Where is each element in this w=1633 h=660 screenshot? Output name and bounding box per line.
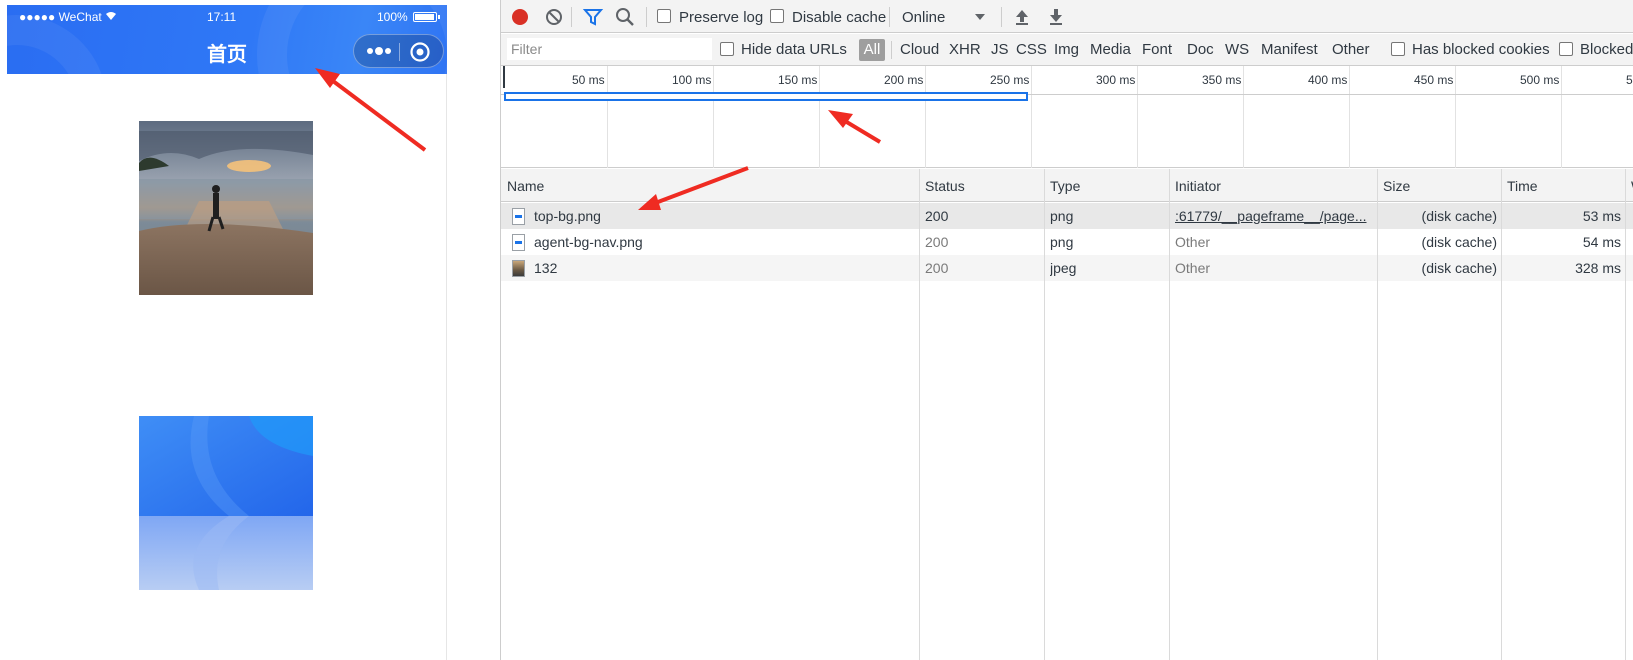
request-size: (disk cache) — [1421, 208, 1497, 224]
request-name: 132 — [534, 260, 558, 276]
request-time: 328 ms — [1575, 260, 1621, 276]
column-size[interactable]: Size — [1383, 178, 1410, 194]
request-time: 54 ms — [1582, 234, 1621, 250]
table-row[interactable]: agent-bg-nav.png 200 png Other (disk cac… — [501, 229, 1633, 255]
overview-start-line — [503, 66, 505, 88]
image-file-icon — [512, 260, 525, 277]
timeline-tick: 450 ms — [1414, 73, 1454, 87]
request-type: png — [1050, 208, 1074, 224]
timeline-tick: 100 ms — [672, 73, 712, 87]
timeline-tick: 400 ms — [1308, 73, 1348, 87]
preserve-log-label: Preserve log — [679, 9, 764, 26]
table-row[interactable]: top-bg.png 200 png :61779/__pageframe__/… — [501, 203, 1633, 229]
throttling-select[interactable]: Online — [902, 9, 945, 26]
type-filter-doc[interactable]: Doc — [1187, 41, 1214, 58]
request-name: top-bg.png — [534, 208, 601, 224]
blocked-requests-label: Blocked — [1580, 41, 1633, 58]
timeline-tick: 500 ms — [1520, 73, 1560, 87]
timeline-tick: 250 ms — [990, 73, 1030, 87]
filter-icon[interactable] — [582, 6, 604, 28]
import-har-icon[interactable] — [1011, 6, 1033, 28]
type-filter-xhr[interactable]: XHR — [949, 41, 981, 58]
table-row[interactable]: 132 200 jpeg Other (disk cache) 328 ms — [501, 255, 1633, 281]
record-icon[interactable] — [509, 6, 531, 28]
request-status: 200 — [925, 234, 949, 250]
disable-cache-checkbox[interactable] — [770, 9, 784, 23]
request-type: png — [1050, 234, 1074, 250]
phone-simulator: ●●●●● WeChat 17:11 100% 首页 — [7, 5, 447, 660]
network-toolbar: Preserve log Disable cache Online — [501, 0, 1633, 33]
type-filter-all[interactable]: All — [859, 39, 885, 61]
request-size: (disk cache) — [1421, 234, 1497, 250]
type-filter-cloud[interactable]: Cloud — [900, 41, 939, 58]
requests-table: Name Status Type Initiator Size Time W t… — [501, 169, 1633, 660]
battery-icon — [413, 12, 440, 22]
has-blocked-cookies-checkbox[interactable] — [1391, 42, 1405, 56]
request-size: (disk cache) — [1421, 260, 1497, 276]
request-status: 200 — [925, 208, 949, 224]
file-icon — [512, 208, 525, 225]
request-initiator: Other — [1175, 260, 1211, 276]
beach-sunset-image — [139, 121, 313, 295]
hide-data-urls-label: Hide data URLs — [741, 41, 847, 58]
type-filter-js[interactable]: JS — [991, 41, 1009, 58]
request-type: jpeg — [1050, 260, 1077, 276]
status-time: 17:11 — [207, 10, 237, 24]
timeline-tick: 5 — [1626, 73, 1633, 87]
status-bar: ●●●●● WeChat 17:11 100% — [7, 5, 447, 27]
carrier-label: ●●●●● WeChat — [19, 10, 102, 24]
file-icon — [512, 234, 525, 251]
search-icon[interactable] — [614, 6, 636, 28]
agent-bg-nav-image — [139, 416, 313, 590]
type-filter-manifest[interactable]: Manifest — [1261, 41, 1318, 58]
clear-icon[interactable] — [543, 6, 565, 28]
preserve-log-checkbox[interactable] — [657, 9, 671, 23]
close-miniprogram-icon[interactable] — [409, 41, 431, 63]
column-status[interactable]: Status — [925, 178, 965, 194]
timeline-tick: 150 ms — [778, 73, 818, 87]
timeline-tick: 50 ms — [572, 73, 605, 87]
request-status: 200 — [925, 260, 949, 276]
timeline-overview[interactable]: 50 ms 100 ms 150 ms 200 ms 250 ms 300 ms… — [501, 66, 1633, 168]
capsule-divider — [399, 43, 400, 61]
more-icon[interactable] — [366, 44, 392, 58]
timeline-tick: 200 ms — [884, 73, 924, 87]
hide-data-urls-checkbox[interactable] — [720, 42, 734, 56]
chevron-down-icon[interactable] — [969, 6, 991, 28]
column-type[interactable]: Type — [1050, 178, 1080, 194]
capsule-menu[interactable] — [353, 34, 444, 68]
type-filter-css[interactable]: CSS — [1016, 41, 1047, 58]
column-initiator[interactable]: Initiator — [1175, 178, 1221, 194]
request-initiator-link[interactable]: :61779/__pageframe__/page... — [1175, 208, 1371, 224]
type-filter-img[interactable]: Img — [1054, 41, 1079, 58]
type-filter-media[interactable]: Media — [1090, 41, 1131, 58]
type-filter-font[interactable]: Font — [1142, 41, 1172, 58]
column-time[interactable]: Time — [1507, 178, 1538, 194]
navigation-bar: ●●●●● WeChat 17:11 100% 首页 — [7, 5, 447, 74]
devtools-network-panel: Preserve log Disable cache Online Hide d… — [500, 0, 1633, 660]
table-header: Name Status Type Initiator Size Time W — [501, 169, 1633, 202]
filter-bar: Hide data URLs All Cloud XHR JS CSS Img … — [501, 34, 1633, 66]
type-filter-other[interactable]: Other — [1332, 41, 1370, 58]
battery-percent: 100% — [377, 10, 408, 24]
column-name[interactable]: Name — [507, 178, 544, 194]
request-name: agent-bg-nav.png — [534, 234, 643, 250]
request-initiator: Other — [1175, 234, 1211, 250]
type-filter-ws[interactable]: WS — [1225, 41, 1249, 58]
blocked-requests-checkbox[interactable] — [1559, 42, 1573, 56]
request-time: 53 ms — [1582, 208, 1621, 224]
disable-cache-label: Disable cache — [792, 9, 887, 26]
timeline-tick: 300 ms — [1096, 73, 1136, 87]
wifi-icon — [106, 12, 116, 20]
timeline-tick: 350 ms — [1202, 73, 1242, 87]
overview-selection-bar[interactable] — [504, 92, 1028, 101]
has-blocked-cookies-label: Has blocked cookies — [1412, 41, 1550, 58]
export-har-icon[interactable] — [1045, 6, 1067, 28]
filter-input[interactable] — [507, 38, 712, 60]
